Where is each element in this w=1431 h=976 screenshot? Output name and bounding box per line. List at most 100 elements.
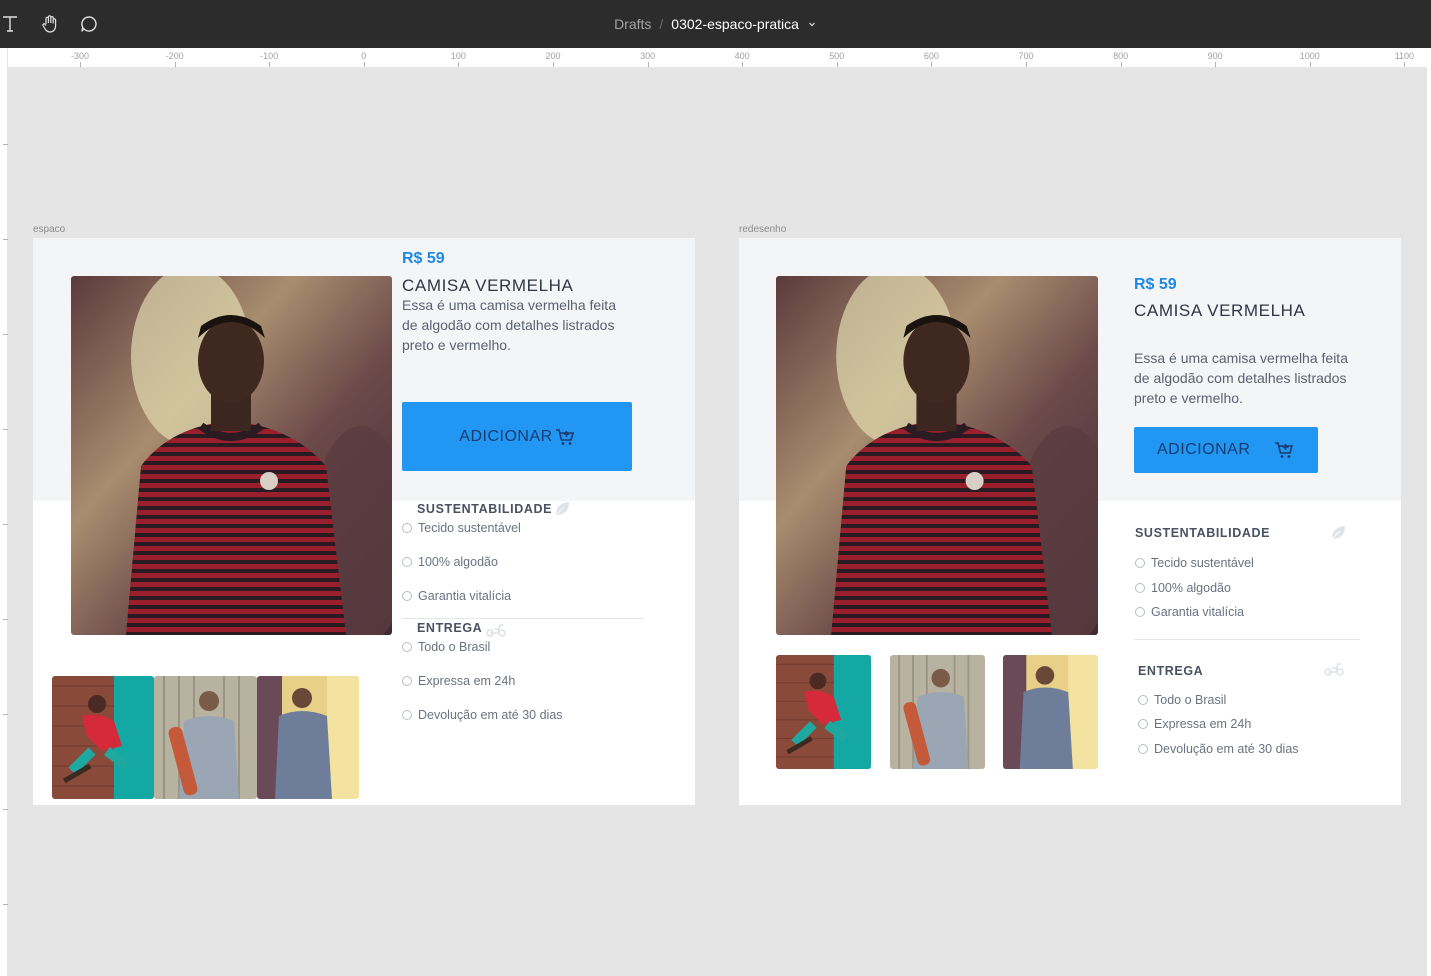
add-to-cart-button[interactable]: ADICIONAR [402, 402, 632, 471]
ruler-tick [3, 619, 8, 620]
ruler-tick [742, 62, 744, 67]
ruler-tick [458, 62, 460, 67]
ruler-label: -100 [260, 51, 279, 61]
ruler-tick [3, 334, 8, 335]
vertical-ruler [0, 48, 8, 976]
ruler-tick [1026, 62, 1027, 67]
cart-plus-icon [555, 427, 575, 447]
arrow-circle-icon [402, 557, 412, 567]
product-name: CAMISA VERMELHA [1134, 301, 1306, 320]
add-button-label: ADICIONAR [1157, 441, 1251, 458]
scooter-icon [485, 621, 507, 642]
delivery-item: Expressa em 24h [402, 674, 515, 688]
product-name: CAMISA VERMELHA [402, 276, 574, 295]
arrow-circle-icon [1138, 695, 1148, 705]
arrow-circle-icon [402, 642, 412, 652]
thumbnail-longboard[interactable] [890, 655, 985, 769]
ruler-label: 500 [829, 51, 845, 61]
ruler-tick [1309, 62, 1311, 67]
sustainability-item: Tecido sustentável [1135, 556, 1254, 570]
delivery-title: ENTREGA [1138, 664, 1204, 678]
arrow-circle-icon [1135, 607, 1145, 617]
thumbnail-skater[interactable] [776, 655, 871, 769]
product-description: Essa é uma camisa vermelha feita de algo… [1134, 350, 1348, 406]
breadcrumb-separator: / [659, 16, 664, 32]
thumbnail-skater[interactable] [52, 676, 154, 799]
add-to-cart-button[interactable]: ADICIONAR [1134, 427, 1318, 473]
product-price: R$ 59 [1134, 276, 1177, 293]
ruler-tick [174, 62, 176, 67]
thumbnail-longboard[interactable] [154, 676, 257, 799]
delivery-title: ENTREGA [417, 621, 483, 635]
delivery-item: Devolução em até 30 dias [402, 708, 563, 722]
thumbnail-denim-jacket[interactable] [1003, 655, 1098, 769]
thumbnail-denim-jacket[interactable] [257, 676, 359, 799]
ruler-tick [3, 809, 8, 810]
ruler-label: 200 [545, 51, 561, 61]
leaf-icon [1329, 524, 1347, 547]
frame-espaco[interactable]: R$ 59 CAMISA VERMELHA Essa é uma camisa … [33, 238, 695, 805]
ruler-label: -300 [70, 51, 90, 61]
ruler-tick [3, 904, 8, 905]
product-price: R$ 59 [402, 250, 445, 267]
delivery-item: Todo o Brasil [1138, 693, 1226, 707]
delivery-item: Todo o Brasil [402, 640, 490, 654]
frame-redesenho[interactable]: R$ 59 CAMISA VERMELHA Essa é uma camisa … [739, 238, 1401, 805]
cart-plus-icon [1274, 440, 1294, 460]
ruler-label: 700 [1018, 51, 1034, 61]
arrow-circle-icon [1138, 719, 1148, 729]
ruler-tick [80, 62, 81, 67]
ruler-tick [3, 239, 8, 240]
ruler-tick [1120, 62, 1122, 67]
arrow-circle-icon [402, 676, 412, 686]
divider [1134, 639, 1360, 640]
divider [402, 618, 644, 619]
ruler-label: 400 [734, 51, 750, 61]
ruler-tick [836, 62, 838, 67]
ruler-label: 1100 [1394, 51, 1415, 61]
file-breadcrumb: Drafts / 0302-espaco-pratica [0, 0, 1431, 48]
frame-label-redesenho[interactable]: redesenho [739, 224, 786, 235]
ruler-label: 900 [1207, 51, 1223, 61]
add-button-label: ADICIONAR [459, 427, 553, 445]
ruler-label: 0 [361, 51, 367, 61]
ruler-tick [1404, 62, 1406, 67]
arrow-circle-icon [402, 710, 412, 720]
scooter-icon [1323, 660, 1345, 681]
ruler-tick [3, 524, 8, 525]
file-name[interactable]: 0302-espaco-pratica [671, 16, 799, 32]
leaf-icon [553, 500, 571, 523]
ruler-label: 1000 [1299, 51, 1320, 61]
chevron-down-icon[interactable] [807, 19, 817, 29]
ruler-tick [647, 62, 649, 67]
arrow-circle-icon [402, 591, 412, 601]
ruler-label: 600 [923, 51, 939, 61]
horizontal-ruler: -300 -200 -100 0 100 200 300 400 500 600 700 800 900… [8, 48, 1427, 68]
ruler-tick [3, 714, 8, 715]
main-product-photo[interactable] [71, 276, 392, 635]
ruler-tick [1215, 62, 1217, 67]
sustainability-item: 100% algodão [402, 555, 498, 569]
sustainability-item: 100% algodão [1135, 581, 1231, 595]
ruler-tick [3, 429, 8, 430]
arrow-circle-icon [1138, 744, 1148, 754]
ruler-label: 300 [640, 51, 656, 61]
sustainability-item: Tecido sustentável [402, 521, 521, 535]
ruler-tick [3, 144, 8, 145]
delivery-item: Devolução em até 30 dias [1138, 742, 1299, 756]
frame-label-espaco[interactable]: espaco [33, 224, 65, 235]
main-product-photo[interactable] [776, 276, 1098, 635]
sustainability-item: Garantia vitalícia [402, 589, 511, 603]
breadcrumb-drafts[interactable]: Drafts [614, 16, 651, 32]
ruler-label: 100 [450, 51, 466, 61]
sustainability-item: Garantia vitalícia [1135, 605, 1244, 619]
sustainability-title: SUSTENTABILIDADE [417, 502, 553, 516]
toolbar: Drafts / 0302-espaco-pratica [0, 0, 1431, 48]
arrow-circle-icon [402, 523, 412, 533]
arrow-circle-icon [1135, 583, 1145, 593]
ruler-tick [269, 62, 271, 67]
ruler-tick [553, 62, 554, 67]
product-description: Essa é uma camisa vermelha feita de algo… [402, 297, 616, 353]
ruler-label: 800 [1113, 51, 1129, 61]
sustainability-title: SUSTENTABILIDADE [1135, 526, 1271, 540]
